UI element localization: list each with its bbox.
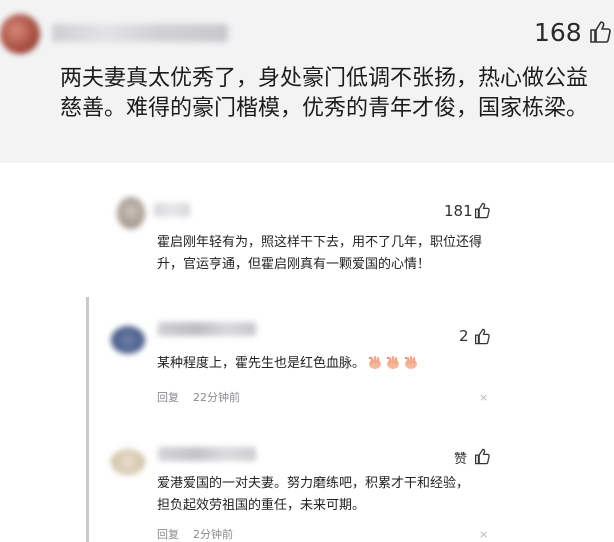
thread-line [86,297,89,542]
reply-text: 霍启刚年轻有为，照这样干下去，用不了几年，职位还得升，官运亨通，但霍启刚真有一颗… [157,235,483,272]
timestamp: 22分钟前 [193,391,240,404]
reply-content: 某种程度上，霍先生也是红色血脉。 [157,354,419,374]
avatar[interactable] [111,326,145,354]
clapping-hands-emoji [385,354,401,370]
reply-button[interactable]: 回复 [157,391,179,404]
avatar[interactable] [117,197,145,229]
avatar[interactable] [0,14,40,54]
reply-text: 某种程度上，霍先生也是红色血脉。 [157,356,366,371]
thumbs-up-icon[interactable] [589,20,611,44]
thumbs-up-icon[interactable] [474,328,490,345]
like-count: 168 [534,18,582,47]
close-icon[interactable]: × [479,391,488,404]
thumbs-up-icon[interactable] [474,448,490,465]
like-count: 2 [459,327,469,345]
clapping-hands-emoji [403,354,419,370]
avatar[interactable] [111,449,145,475]
username-redacted[interactable] [52,24,228,42]
like-count: 181 [444,202,473,220]
reply-button[interactable]: 回复 [157,528,179,541]
username-redacted[interactable] [158,322,256,336]
reply-meta: 回复 2分钟前 [157,526,233,542]
reply-text: 爱港爱国的一对夫妻。努力磨练吧，积累才干和经验，担负起效劳祖国的重任，未来可期。 [157,476,470,513]
thumbs-up-icon[interactable] [474,202,490,219]
timestamp: 2分钟前 [193,528,233,541]
close-icon[interactable]: × [479,528,488,541]
username-redacted[interactable] [154,203,190,217]
like-label[interactable]: 赞 [454,448,467,467]
reply-meta: 回复 22分钟前 [157,389,240,405]
comment-text: 两夫妻真太优秀了，身处豪门低调不张扬，热心做公益慈善。难得的豪门楷模，优秀的青年… [60,66,589,121]
username-redacted[interactable] [158,447,256,461]
clapping-hands-emoji [367,354,383,370]
